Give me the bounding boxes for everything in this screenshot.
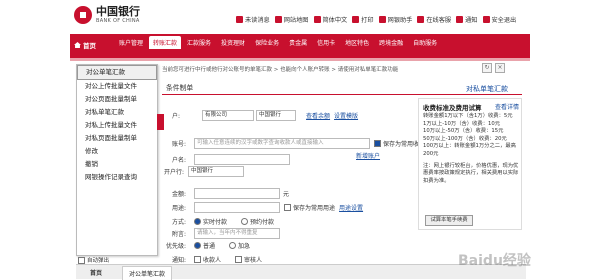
- realtime-radio[interactable]: [194, 217, 202, 225]
- fee-panel: 收费标准及费用试算 查看详情 转账金额1万以下（含1万）收费：5元 1万以上-1…: [418, 98, 522, 230]
- home-icon: [74, 42, 81, 48]
- nav-investment[interactable]: 投资理财: [217, 36, 249, 49]
- menu-item-personal-page-batch[interactable]: 对私页面批量制单: [77, 132, 157, 145]
- menu-item-modify[interactable]: 修改: [77, 145, 157, 158]
- window-controls: ↻ ×: [482, 63, 505, 73]
- purpose-setting-link[interactable]: 用途设置: [339, 203, 363, 212]
- bell-icon: [456, 16, 464, 23]
- nav-credit-card[interactable]: 信用卡: [313, 36, 339, 49]
- set-template-link[interactable]: 设置模版: [334, 111, 358, 120]
- menu-item-personal-upload-batch[interactable]: 对私上传批量文件: [77, 119, 157, 132]
- mail-icon: [236, 16, 243, 23]
- notify-reviewer-checkbox[interactable]: [235, 255, 243, 263]
- notify-row: 通知: 收款人 审核人: [172, 255, 263, 264]
- calc-fee-button[interactable]: 试算本笔手续费: [425, 215, 473, 226]
- unread-messages-link[interactable]: 未读消息: [236, 15, 270, 24]
- print-link[interactable]: 打印: [352, 15, 374, 24]
- main-nav: 账户管理 转账汇款 汇款服务 投资理财 保险业务 贵金属 信用卡 地区特色 跨境…: [115, 36, 441, 49]
- notice-link[interactable]: 通知: [456, 15, 478, 24]
- save-payee-checkbox[interactable]: [374, 139, 382, 147]
- normal-radio[interactable]: [194, 241, 202, 249]
- notify-payee-checkbox[interactable]: [194, 255, 202, 263]
- purpose-input[interactable]: [194, 201, 281, 213]
- memo-row: 附言: 请输入，当年内不得重复: [172, 227, 281, 239]
- site-map-link[interactable]: 网站地图: [274, 15, 309, 24]
- page-title: 对私单笔汇款: [466, 85, 508, 93]
- lock-icon: [482, 16, 490, 23]
- menu-item-corp-single[interactable]: 对公单笔汇款: [77, 65, 157, 80]
- collapse-sidebar-handle[interactable]: [157, 114, 164, 130]
- view-balance-link[interactable]: 查看余额: [306, 111, 330, 120]
- menu-item-revoke[interactable]: 撤销: [77, 158, 157, 171]
- memo-input[interactable]: 请输入，当年内不得重复: [194, 227, 281, 239]
- nav-regional[interactable]: 地区特色: [341, 36, 373, 49]
- utility-links: 未读消息 网站地图 简体中文 打印 网银助手 在线客服 通知 安全退出: [236, 15, 516, 24]
- bank-logo-icon: [74, 6, 92, 24]
- close-icon[interactable]: ×: [495, 63, 505, 73]
- menu-item-corp-upload-batch[interactable]: 对公上传批量文件: [77, 80, 157, 93]
- breadcrumb: 当前您可进行中行或他行对公账号的单笔汇款 > 也能向个人账户转账 > 请使用对私…: [162, 67, 399, 73]
- menu-item-corp-page-batch[interactable]: 对公页面批量制单: [77, 93, 157, 106]
- payee-account-input[interactable]: 可输入任意连续的汉字或数字查询收款人或直接输入: [194, 137, 371, 149]
- nav-account-management[interactable]: 账户管理: [115, 36, 147, 49]
- nav-home[interactable]: 首页: [74, 40, 96, 50]
- add-payee-row: 新增账户: [352, 150, 380, 160]
- mode-row: 方式: 实时付款 预约付款: [172, 217, 275, 226]
- nav-divider: [70, 58, 530, 61]
- save-purpose-checkbox[interactable]: [284, 203, 292, 211]
- nav-insurance[interactable]: 保险业务: [251, 36, 283, 49]
- nav-remittance-service[interactable]: 汇款服务: [183, 36, 215, 49]
- logout-link[interactable]: 安全退出: [482, 15, 516, 24]
- payee-name-row: 户名:: [172, 153, 291, 165]
- fee-details-link[interactable]: 查看详情: [495, 102, 519, 111]
- bottom-tab-current[interactable]: 对公单笔汇款: [122, 266, 173, 280]
- chat-icon: [417, 16, 425, 23]
- payee-bank-select[interactable]: 中国银行: [188, 165, 245, 177]
- ebank-assistant-link[interactable]: 网银助手: [378, 15, 412, 24]
- urgent-radio[interactable]: [229, 241, 237, 249]
- fee-rules: 转账金额1万以下（含1万）收费：5元 1万以上-10万（含）收费：10元 10万…: [423, 113, 519, 184]
- bank-logo[interactable]: 中国银行 BANK OF CHINA: [74, 6, 140, 24]
- menu-item-personal-single[interactable]: 对私单笔汇款: [77, 106, 157, 119]
- payee-row: 户: 有限公司 中国银行 查看余额 设置模版: [172, 109, 359, 121]
- sitemap-icon: [274, 16, 282, 23]
- print-icon: [352, 16, 360, 23]
- nav-cross-border[interactable]: 跨境金融: [375, 36, 407, 49]
- purpose-row: 用途: 保存为常用用途 用途设置: [172, 201, 363, 213]
- bank-name-en: BANK OF CHINA: [96, 18, 140, 24]
- transfer-menu-dropdown: 对公单笔汇款 对公上传批量文件 对公页面批量制单 对私单笔汇款 对私上传批量文件…: [76, 64, 158, 256]
- nav-transfer[interactable]: 转账汇款: [149, 36, 182, 49]
- top-bar: 中国银行 BANK OF CHINA 未读消息 网站地图 简体中文 打印 网银助…: [0, 0, 600, 34]
- tab-condition-form[interactable]: 条件制单: [162, 80, 197, 94]
- auto-popup-option: 自动弹出: [78, 256, 109, 264]
- fee-panel-title: 收费标准及费用试算: [423, 104, 482, 112]
- amount-row: 金额: 元: [172, 187, 289, 199]
- priority-row: 优先级: 普通 加急: [166, 241, 251, 250]
- amount-input[interactable]: [194, 187, 281, 199]
- assistant-icon: [378, 16, 386, 23]
- bottom-tab-home[interactable]: 首页: [84, 266, 108, 279]
- language-link[interactable]: 简体中文: [313, 15, 347, 24]
- refresh-icon[interactable]: ↻: [482, 63, 492, 73]
- globe-icon: [313, 16, 321, 23]
- nav-self-service[interactable]: 自助服务: [409, 36, 441, 49]
- auto-popup-checkbox[interactable]: [78, 256, 85, 264]
- scheduled-radio[interactable]: [241, 217, 249, 225]
- payee-name-input[interactable]: [194, 153, 291, 165]
- payee-bank2-field[interactable]: 中国银行: [256, 109, 297, 121]
- payee-bank-field[interactable]: 有限公司: [202, 109, 255, 121]
- watermark: Baidu经验: [458, 253, 531, 269]
- online-service-link[interactable]: 在线客服: [417, 15, 451, 24]
- payee-account-row: 账号: 可输入任意连续的汉字或数字查询收款人或直接输入 保存为常用收款人: [172, 137, 432, 149]
- payee-bank-row: 开户行: 中国银行: [164, 165, 245, 177]
- menu-item-operation-log[interactable]: 网银操作记录查询: [77, 171, 157, 184]
- bank-name-cn: 中国银行: [96, 5, 140, 18]
- add-payee-link[interactable]: 新增账户: [356, 151, 380, 160]
- nav-precious-metal[interactable]: 贵金属: [285, 36, 311, 49]
